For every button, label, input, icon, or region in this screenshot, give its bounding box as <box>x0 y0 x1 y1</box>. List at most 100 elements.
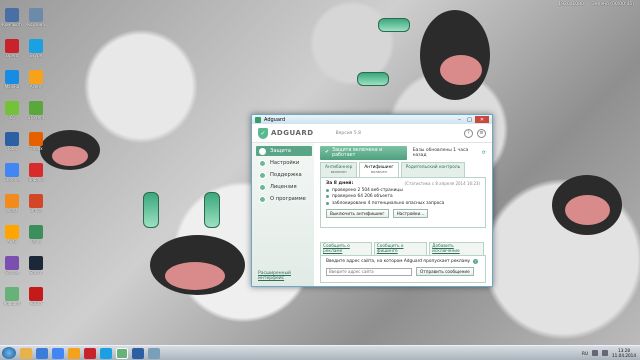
desktop-icon-label: Adguard <box>3 301 21 306</box>
app-icon <box>29 70 43 84</box>
taskbar-adguard-icon[interactable] <box>116 347 128 359</box>
app-icon <box>5 132 19 146</box>
taskbar-opera-icon[interactable] <box>84 347 96 359</box>
desktop-icon[interactable]: Adguard <box>2 287 22 306</box>
stats-since: (Статистика с 8 апреля 2014 16:23) <box>404 181 480 186</box>
help-icon[interactable]: ? <box>464 128 473 138</box>
desktop-icon[interactable]: Skype <box>26 39 46 58</box>
sidebar-item-label: Защита <box>270 148 291 154</box>
taskbar-media-icon[interactable] <box>36 347 48 359</box>
stat-line: заблокировано 4 потенциально опасных зап… <box>326 201 480 206</box>
bullet-icon <box>259 159 266 167</box>
taskbar-paint-icon[interactable] <box>148 347 160 359</box>
tab-sublabel: включен <box>371 170 387 174</box>
bullet-icon <box>259 195 266 203</box>
taskbar: RU 13:28 11.04.2014 <box>0 345 640 360</box>
report-ad-box: Введите адрес сайта, на котором Adguard … <box>320 255 486 283</box>
desktop-icon[interactable]: Office <box>26 194 46 213</box>
stat-text: проверено 2 504 веб-страницы <box>332 187 403 193</box>
clock-date: 11.04.2014 <box>612 353 636 358</box>
app-icon <box>29 225 43 239</box>
desktop-icon[interactable]: Opera <box>2 39 22 58</box>
close-button[interactable]: ✕ <box>475 116 489 123</box>
adguard-shield-icon: ✓ <box>258 127 268 139</box>
question-icon[interactable]: ? <box>473 259 479 264</box>
app-icon <box>5 256 19 270</box>
report-ad-prompt: Введите адрес сайта, на котором Adguard … <box>326 259 471 264</box>
taskbar-chrome-icon[interactable] <box>52 347 64 359</box>
desktop-icon[interactable]: Компьютер <box>2 8 22 27</box>
sidebar-item[interactable]: Настройки <box>256 158 312 168</box>
minimize-button[interactable]: – <box>455 116 464 123</box>
window-title: Adguard <box>264 116 286 123</box>
window-header: ✓ ADGUARD Версия 5.8 ? ⚙ <box>252 124 492 143</box>
bullet-icon <box>326 188 329 192</box>
refresh-icon[interactable]: ⟳ <box>482 150 486 156</box>
taskbar-explorer-icon[interactable] <box>20 347 32 359</box>
desktop-icon[interactable]: Total <box>2 132 22 151</box>
sidebar-item[interactable]: Лицензия <box>256 182 312 192</box>
maximize-button[interactable]: □ <box>465 116 474 123</box>
desktop-icon[interactable]: Paint <box>26 225 46 244</box>
disable-antiphishing-button[interactable]: Выключить антифишинг <box>326 208 389 218</box>
protection-status-button[interactable]: ✔ Защита включена и работает <box>320 145 407 160</box>
sidebar-item[interactable]: Поддержка <box>256 170 312 180</box>
desktop-icon[interactable]: Steam <box>26 256 46 275</box>
tab[interactable]: Антибаннер включен <box>320 162 358 177</box>
desktop-icon[interactable]: Яндекс <box>26 163 46 182</box>
report-tab-link[interactable]: Сообщить о фишинге <box>373 242 428 255</box>
desktop-icon[interactable]: Chrome <box>2 163 22 182</box>
taskbar-total-icon[interactable] <box>132 347 144 359</box>
protection-status-label: Защита включена и работает <box>332 147 383 158</box>
main-content: ✔ Защита включена и работает Базы обновл… <box>314 143 492 286</box>
send-report-button[interactable]: Отправить сообщение <box>416 267 474 276</box>
desktop-icon[interactable]: Avast <box>2 194 22 213</box>
settings-icon[interactable]: ⚙ <box>477 128 486 138</box>
desktop-icon[interactable]: Корзина <box>26 8 46 27</box>
advanced-interface-link[interactable]: Расширенный интерфейс <box>258 271 314 281</box>
tab[interactable]: Родительский контроль <box>400 162 466 177</box>
desktop-icon-label: Paint <box>31 239 41 244</box>
antiphishing-settings-button[interactable]: Настройки... <box>392 208 429 218</box>
desktop-icon[interactable]: Firefox <box>26 132 46 151</box>
stat-line: проверено 2 504 веб-страницы <box>326 188 480 193</box>
desktop-icon-label: Агент <box>29 84 43 89</box>
sidebar-item[interactable]: О программе <box>256 194 312 204</box>
db-status-text: Базы обновлены 1 часа назад <box>412 147 469 158</box>
bullet-icon <box>326 195 329 198</box>
wallpaper-figure <box>165 262 225 290</box>
desktop-icon[interactable]: AIMP <box>2 225 22 244</box>
window-titlebar[interactable]: Adguard – □ ✕ <box>252 115 492 124</box>
tab[interactable]: Антифишинг включен <box>359 162 399 177</box>
app-icon <box>5 101 19 115</box>
logo-text: ADGUARD <box>271 129 314 137</box>
desktop-icon[interactable]: Mail.Ru <box>2 70 22 89</box>
language-indicator[interactable]: RU <box>582 351 588 356</box>
desktop-icon[interactable]: Агент <box>26 70 46 89</box>
sidebar-item-label: О программе <box>270 196 306 202</box>
desktop-icon[interactable]: ICQ <box>2 101 22 120</box>
desktop-icon[interactable]: Games <box>2 256 22 275</box>
app-icon <box>5 287 19 301</box>
wallpaper-figure <box>143 192 159 228</box>
desktop-icon-label: Steam <box>29 270 43 275</box>
desktop-icon[interactable]: uTorrent <box>26 101 46 120</box>
clock[interactable]: 13:28 11.04.2014 <box>612 348 636 358</box>
desktop-icon-label: ICQ <box>8 115 16 120</box>
site-url-input[interactable] <box>326 267 412 276</box>
sidebar-item-label: Лицензия <box>270 184 297 190</box>
desktop-icon-label: AIMP <box>7 239 17 244</box>
tab-sublabel: включен <box>330 170 347 174</box>
report-tab-link[interactable]: Добавить исключение <box>429 242 484 255</box>
sidebar-item[interactable]: Защита <box>256 146 312 156</box>
taskbar-mail-icon[interactable] <box>68 347 80 359</box>
desktop-icon-label: Mail.Ru <box>4 84 20 89</box>
volume-icon[interactable] <box>602 350 609 356</box>
taskbar-skype-icon[interactable] <box>100 347 112 359</box>
desktop-icon[interactable]: ABBYY <box>26 287 46 306</box>
start-button[interactable] <box>2 347 16 359</box>
app-icon <box>5 225 19 239</box>
desktop-icon-label: Компьютер <box>2 22 22 27</box>
report-tab-link[interactable]: Сообщить о рекламе <box>320 242 372 255</box>
network-icon[interactable] <box>592 350 599 356</box>
